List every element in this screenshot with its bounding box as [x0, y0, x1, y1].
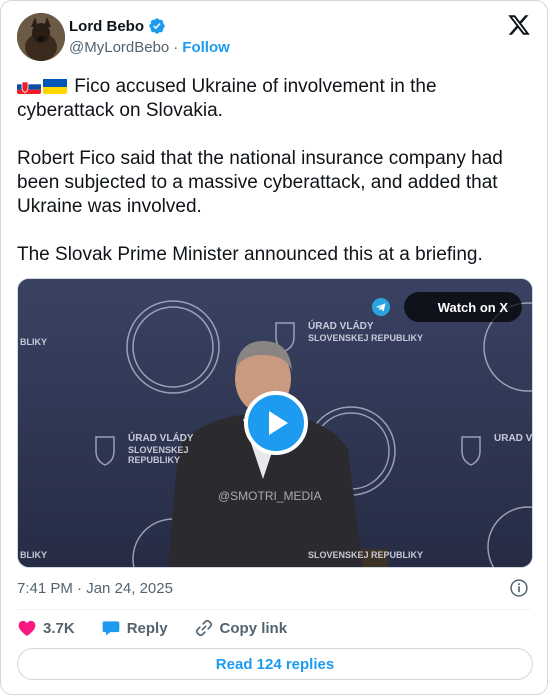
avatar[interactable] [17, 13, 65, 61]
watch-on-x-label: Watch on X [437, 299, 508, 315]
timestamp[interactable]: 7:41 PM · Jan 24, 2025 [17, 580, 173, 597]
watch-on-x-button[interactable]: Watch on X [371, 292, 522, 322]
verified-badge-icon [148, 17, 166, 35]
tweet-card: Lord Bebo @MyLordBebo · Follow Fico accu… [0, 0, 548, 695]
backdrop-text-1b: SLOVENSKEJ REPUBLIKY [308, 333, 424, 343]
author-display-name[interactable]: Lord Bebo [69, 18, 144, 35]
tweet-time: 7:41 PM [17, 580, 73, 597]
action-bar: 3.7K Reply Copy link [17, 618, 313, 638]
heart-icon [18, 620, 36, 636]
x-logo-icon[interactable] [507, 13, 531, 37]
divider [17, 609, 531, 610]
backdrop-text-6: BLIKY [20, 550, 47, 560]
ukraine-flag-icon [43, 78, 67, 94]
follow-button[interactable]: Follow [182, 39, 230, 56]
reply-bubble-icon [102, 621, 120, 636]
author-handle-row: @MyLordBebo · Follow [69, 39, 230, 56]
like-count: 3.7K [43, 619, 75, 637]
timestamp-separator: · [77, 580, 83, 597]
info-icon[interactable] [509, 578, 529, 598]
tweet-paragraph-3: The Slovak Prime Minister announced this… [17, 244, 483, 265]
backdrop-text-2b: SLOVENSKEJ REPUBLIKY [128, 445, 189, 465]
tweet-date: Jan 24, 2025 [86, 580, 173, 597]
read-replies-button[interactable]: Read 124 replies [17, 648, 533, 680]
author-name-row: Lord Bebo [69, 17, 166, 35]
read-replies-label: Read 124 replies [215, 655, 335, 673]
tweet-text: Fico accused Ukraine of involvement in t… [17, 75, 533, 267]
avatar-image [17, 13, 65, 61]
tweet-paragraph-2: Robert Fico said that the national insur… [17, 148, 503, 217]
link-icon [195, 619, 212, 637]
backdrop-text-1a: ÚRAD VLÁDY [308, 321, 374, 332]
copy-link-label: Copy link [219, 619, 288, 637]
tweet-line-1: Fico accused Ukraine of involvement in t… [17, 76, 437, 121]
play-icon [269, 411, 288, 435]
handle-separator: · [173, 39, 179, 56]
backdrop-text-3a: ÚRAD VLÁDY [494, 433, 533, 444]
like-button[interactable]: 3.7K [17, 618, 75, 638]
reply-label: Reply [126, 619, 168, 637]
slovakia-flag-icon [17, 78, 41, 94]
telegram-icon [371, 298, 390, 316]
backdrop-text-5: SLOVENSKEJ REPUBLIKY [308, 550, 424, 560]
author-handle[interactable]: @MyLordBebo [69, 39, 169, 56]
reply-button[interactable]: Reply [101, 618, 168, 638]
play-button[interactable] [244, 391, 308, 455]
tweet-paragraph-1: Fico accused Ukraine of involvement in t… [17, 75, 533, 123]
video-player[interactable]: ÚRAD VLÁDY SLOVENSKEJ REPUBLIKY ÚRAD VLÁ… [17, 278, 533, 568]
copy-link-button[interactable]: Copy link [194, 618, 288, 638]
video-watermark: @SMOTRI_MEDIA [218, 489, 322, 503]
backdrop-text-4: BLIKY [20, 337, 47, 347]
backdrop-text-2a: ÚRAD VLÁDY [128, 433, 194, 444]
